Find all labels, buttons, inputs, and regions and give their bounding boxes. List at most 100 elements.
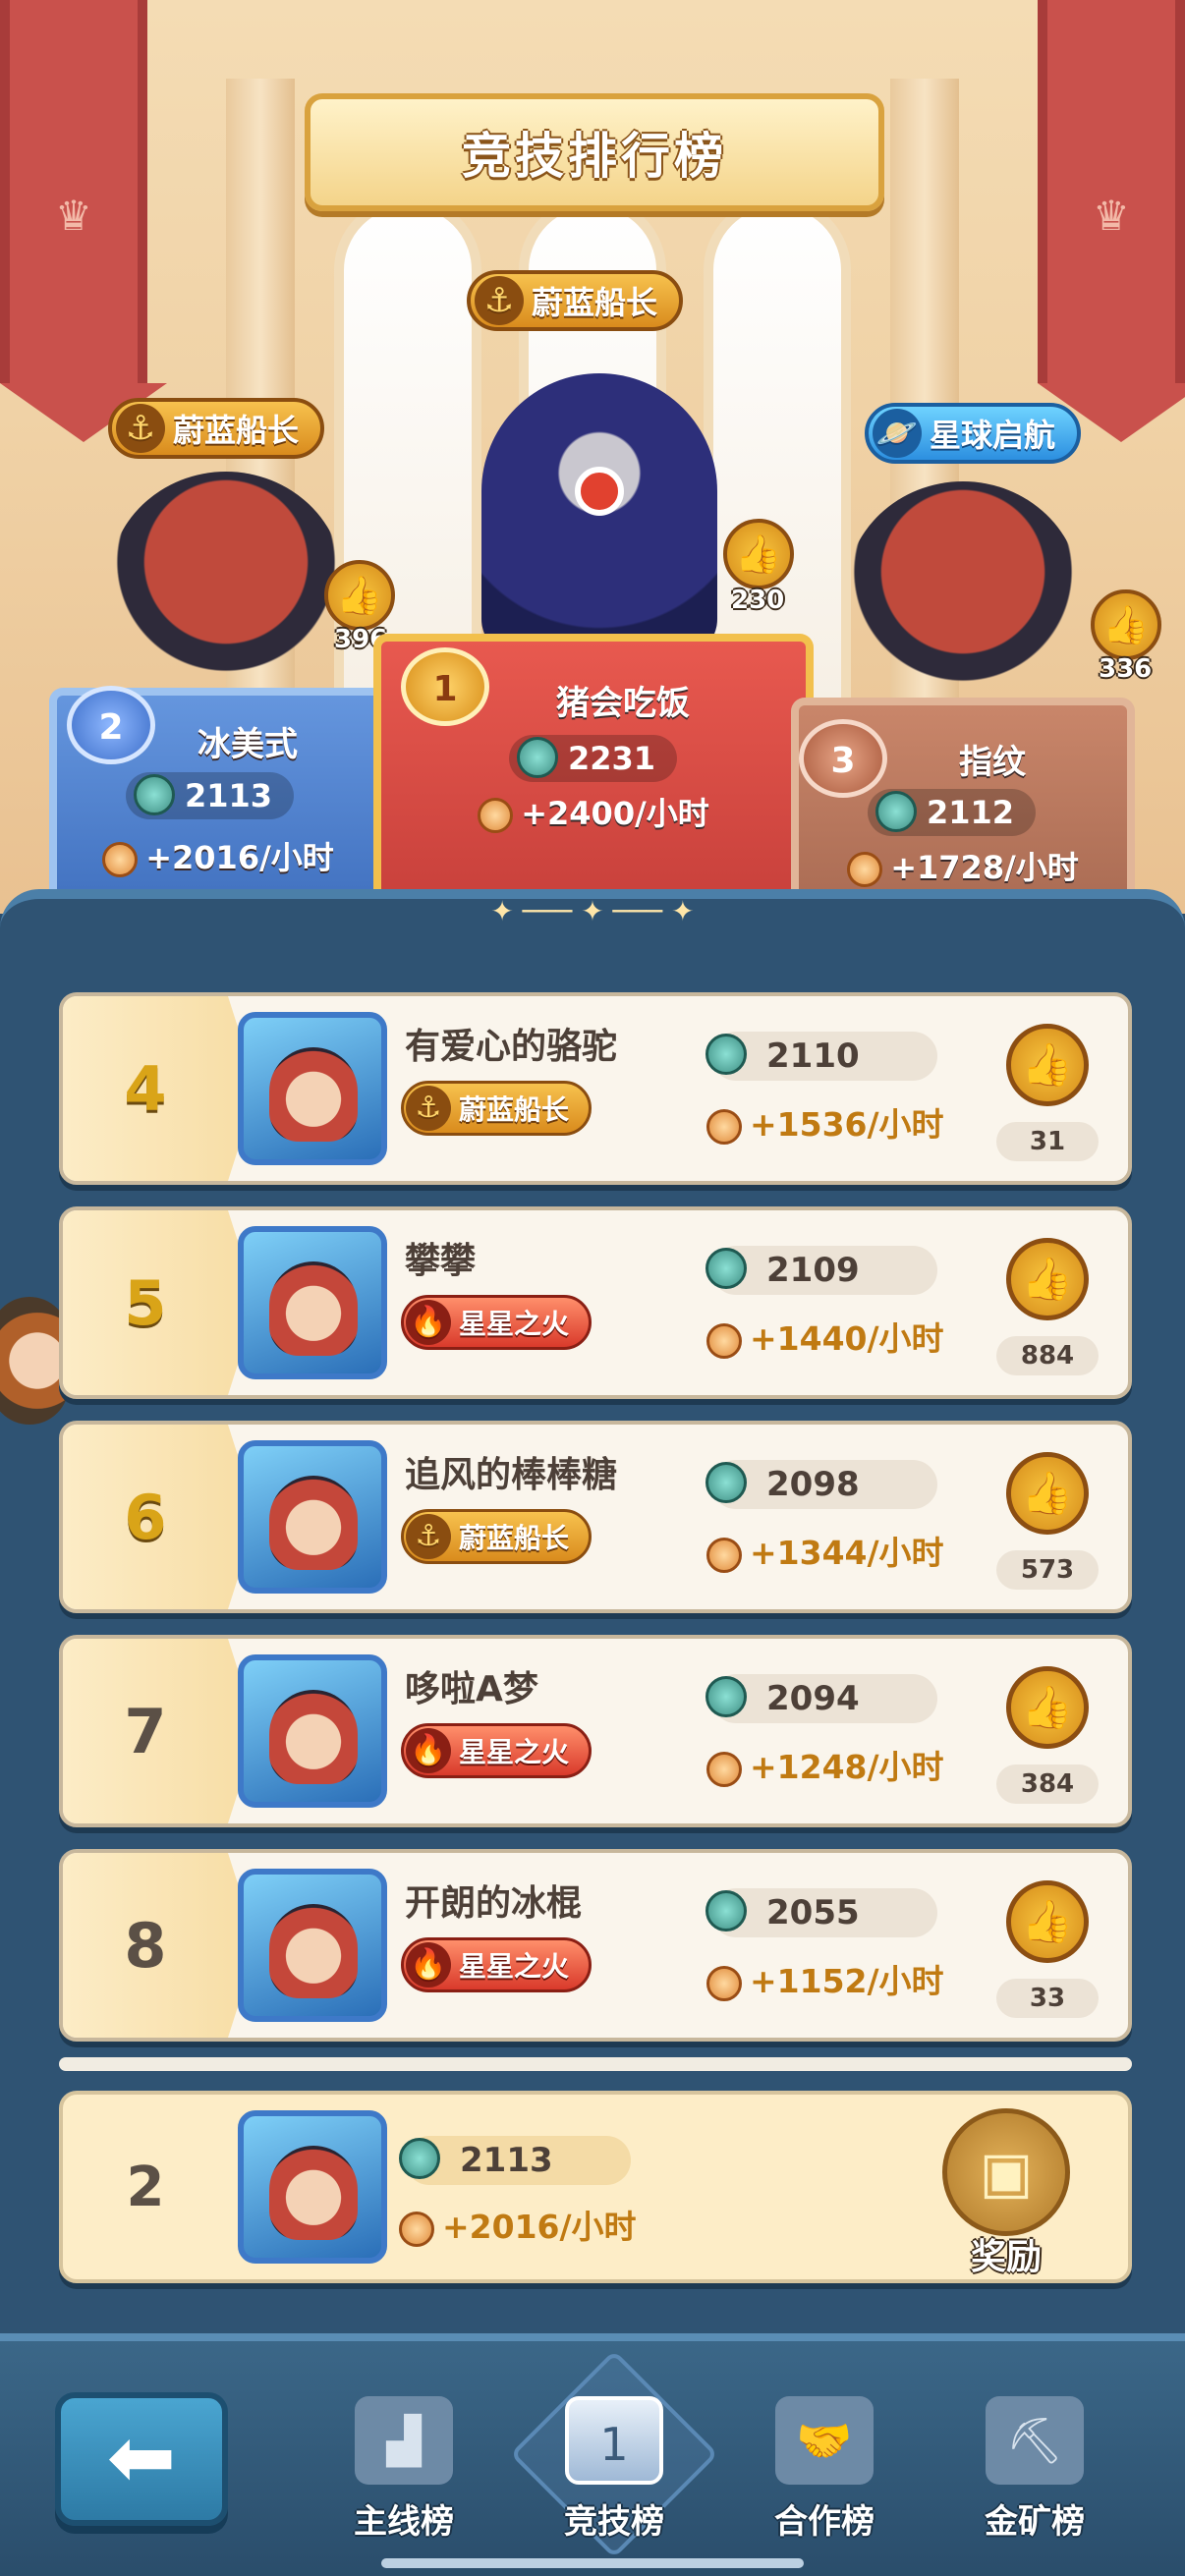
bottom-nav: ⬅ ▟ 主线榜 1 竞技榜 🤝 合作榜 ⛏ 金矿榜 bbox=[0, 2333, 1185, 2576]
coin-icon bbox=[399, 2211, 434, 2247]
score-value: 2098 bbox=[766, 1465, 860, 1504]
tab-arena-ranking[interactable]: 1 竞技榜 bbox=[509, 2349, 719, 2567]
fire-icon: 🔥 bbox=[406, 1942, 451, 1988]
player-score: 2055 bbox=[705, 1888, 937, 1937]
ranking-row[interactable]: 4 有爱心的骆驼 ⚓ 蔚蓝船长 2110 +1536/小时 👍 31 bbox=[59, 992, 1132, 1185]
back-button[interactable]: ⬅ bbox=[55, 2392, 228, 2526]
rate-value: +1536/小时 bbox=[750, 1105, 944, 1144]
second-avatar[interactable] bbox=[108, 472, 344, 698]
like-count: 573 bbox=[996, 1550, 1099, 1590]
like-button[interactable]: 👍 bbox=[1006, 1024, 1089, 1106]
first-avatar[interactable] bbox=[481, 373, 717, 658]
tag-label: 星星之火 bbox=[459, 1308, 570, 1340]
player-title-tag: 🔥 星星之火 bbox=[401, 1937, 592, 1992]
my-avatar[interactable] bbox=[238, 2110, 387, 2264]
left-banner: ♛ bbox=[0, 0, 167, 442]
third-score: 2112 bbox=[868, 789, 1037, 836]
trophy-gem-icon bbox=[875, 791, 917, 832]
treasure-chest-icon: ▣ bbox=[979, 2139, 1034, 2206]
third-rate: +1728/小时 bbox=[799, 843, 1127, 888]
fire-icon: 🔥 bbox=[406, 1300, 451, 1345]
thumbs-up-icon: 👍 bbox=[1021, 1897, 1074, 1945]
tag-label: 蔚蓝船长 bbox=[532, 284, 658, 321]
score-value: 2113 bbox=[460, 2141, 553, 2180]
third-like-count: 336 bbox=[1099, 654, 1153, 684]
avatar-face bbox=[269, 1904, 358, 1998]
mine-cart-icon: ⛏ bbox=[986, 2396, 1084, 2485]
avatar-face bbox=[269, 2146, 358, 2240]
planet-icon: 🪐 bbox=[873, 409, 922, 458]
rate-value: +1344/小时 bbox=[750, 1534, 944, 1572]
coin-icon bbox=[706, 1537, 742, 1573]
anchor-icon: ⚓ bbox=[475, 276, 524, 325]
second-score: 2113 bbox=[126, 772, 295, 819]
avatar-face bbox=[269, 1047, 358, 1142]
player-avatar[interactable] bbox=[238, 1440, 387, 1594]
rate-value: +1248/小时 bbox=[750, 1748, 944, 1786]
reward-label[interactable]: 奖励 bbox=[947, 2228, 1065, 2279]
player-score: 2098 bbox=[705, 1460, 937, 1509]
avatar-face bbox=[269, 1690, 358, 1784]
second-like-button[interactable]: 👍 bbox=[324, 560, 395, 631]
third-like-button[interactable]: 👍 bbox=[1091, 589, 1161, 660]
ranking-row[interactable]: 6 追风的棒棒糖 ⚓ 蔚蓝船长 2098 +1344/小时 👍 573 bbox=[59, 1421, 1132, 1613]
tab-coop-ranking[interactable]: 🤝 合作榜 bbox=[731, 2380, 918, 2567]
avatar-face bbox=[269, 1261, 358, 1356]
thumbs-up-icon: 👍 bbox=[1021, 1255, 1074, 1303]
player-avatar[interactable] bbox=[238, 1869, 387, 2022]
trophy-gem-icon bbox=[134, 774, 175, 815]
player-avatar[interactable] bbox=[238, 1012, 387, 1165]
rate-value: +2400/小时 bbox=[521, 795, 709, 832]
first-title-tag: ⚓ 蔚蓝船长 bbox=[467, 270, 684, 331]
thumbs-up-icon: 👍 bbox=[1102, 603, 1150, 646]
first-rate: +2400/小时 bbox=[381, 789, 806, 834]
like-count: 384 bbox=[996, 1764, 1099, 1804]
first-name: 猪会吃饭 bbox=[556, 684, 690, 723]
my-rank: 2 bbox=[126, 2155, 165, 2219]
player-name: 有爱心的骆驼 bbox=[405, 1027, 618, 1067]
player-title-tag: 🔥 星星之火 bbox=[401, 1723, 592, 1778]
tag-label: 星星之火 bbox=[459, 1950, 570, 1983]
crown-icon: ♛ bbox=[1093, 192, 1130, 240]
player-avatar[interactable] bbox=[238, 1226, 387, 1379]
avatar-eye bbox=[575, 467, 624, 516]
thumbs-up-icon: 👍 bbox=[336, 574, 383, 617]
list-end-divider bbox=[59, 2057, 1132, 2071]
ranking-row[interactable]: 7 哆啦A梦 🔥 星星之火 2094 +1248/小时 👍 384 bbox=[59, 1635, 1132, 1827]
ranking-row[interactable]: 5 攀攀 🔥 星星之火 2109 +1440/小时 👍 884 bbox=[59, 1206, 1132, 1399]
score-value: 2110 bbox=[766, 1036, 860, 1076]
rank-number: 5 bbox=[124, 1266, 167, 1339]
trophy-gem-icon bbox=[399, 2138, 440, 2179]
reward-chest-button[interactable]: ▣ bbox=[942, 2108, 1070, 2236]
rate-value: +1152/小时 bbox=[750, 1962, 944, 2000]
player-score: 2109 bbox=[705, 1246, 937, 1295]
trophy-gem-icon bbox=[705, 1462, 747, 1503]
like-button[interactable]: 👍 bbox=[1006, 1452, 1089, 1535]
first-like-button[interactable]: 👍 bbox=[723, 519, 794, 589]
anchor-icon: ⚓ bbox=[116, 404, 165, 453]
like-count: 884 bbox=[996, 1336, 1099, 1375]
tab-main-ranking[interactable]: ▟ 主线榜 bbox=[310, 2380, 497, 2567]
player-avatar[interactable] bbox=[238, 1654, 387, 1808]
ranking-row[interactable]: 8 开朗的冰棍 🔥 星星之火 2055 +1152/小时 👍 33 bbox=[59, 1849, 1132, 2042]
tab-label: 金矿榜 bbox=[985, 2502, 1085, 2542]
score-value: 2231 bbox=[568, 740, 656, 777]
rank-number: 6 bbox=[124, 1481, 167, 1553]
player-name: 哆啦A梦 bbox=[405, 1669, 538, 1709]
like-button[interactable]: 👍 bbox=[1006, 1238, 1089, 1320]
like-count: 31 bbox=[996, 1122, 1099, 1161]
home-indicator[interactable] bbox=[381, 2558, 804, 2568]
trophy-gem-icon bbox=[705, 1676, 747, 1717]
like-button[interactable]: 👍 bbox=[1006, 1880, 1089, 1963]
tab-label: 合作榜 bbox=[774, 2502, 875, 2542]
like-button[interactable]: 👍 bbox=[1006, 1666, 1089, 1749]
third-avatar[interactable] bbox=[845, 481, 1081, 707]
coin-icon bbox=[706, 1108, 742, 1145]
rank-number: 8 bbox=[124, 1909, 167, 1982]
tab-mine-ranking[interactable]: ⛏ 金矿榜 bbox=[941, 2380, 1128, 2567]
player-rate: +1344/小时 bbox=[706, 1527, 944, 1574]
third-title-tag: 🪐 星球启航 bbox=[865, 403, 1082, 464]
first-podium: 1 猪会吃饭 2231 +2400/小时 bbox=[373, 634, 814, 914]
page-title: 竞技排行榜 bbox=[462, 128, 727, 185]
podium-scene: ♛ ♛ 竞技排行榜 ⚓ 蔚蓝船长 👍 230 ⚓ 蔚蓝船长 👍 396 🪐 星球… bbox=[0, 0, 1185, 914]
